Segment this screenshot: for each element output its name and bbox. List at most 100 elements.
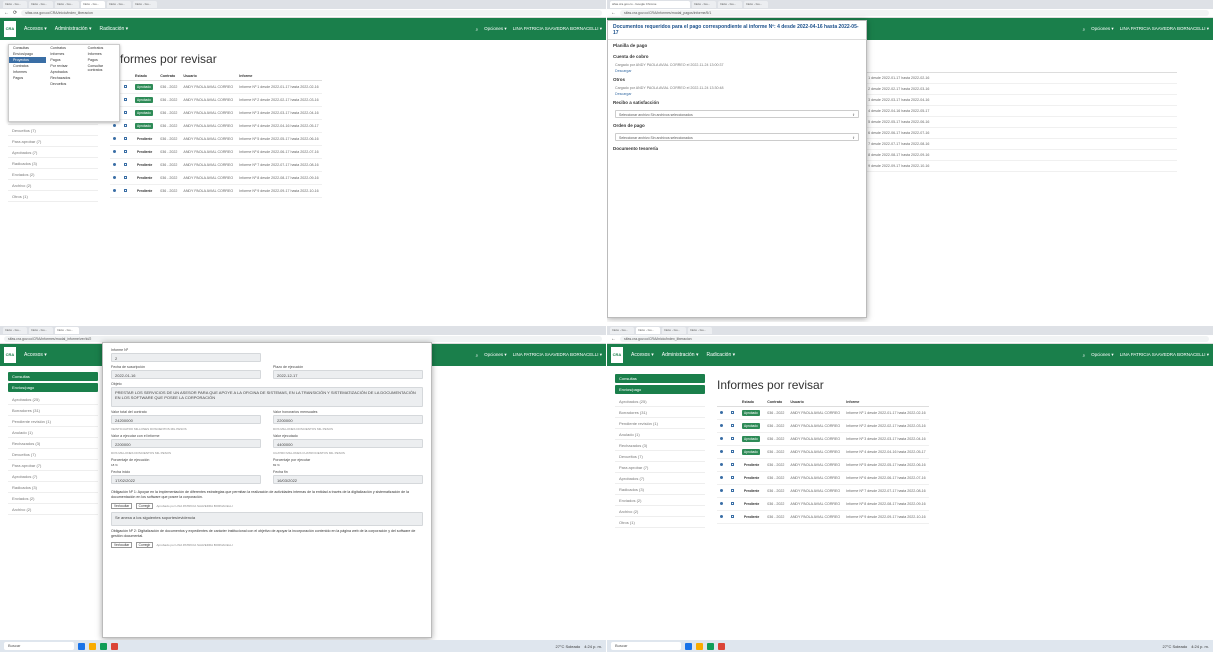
upload-icon[interactable]: ⇪ (852, 113, 855, 117)
field-informe-n[interactable]: 2 (111, 353, 261, 362)
view-icon[interactable] (113, 137, 116, 140)
document-icon[interactable] (124, 85, 127, 88)
sidebar-item[interactable]: Rechazados (3) (615, 440, 705, 451)
informe-cell[interactable]: Informe Nº 8 desde 2022-08-17 hasta 2022… (236, 171, 322, 185)
sidebar-item[interactable]: Anulado (1) (8, 427, 98, 438)
browser-tab[interactable]: Inicio - Go... (610, 327, 634, 334)
menu-radicacion[interactable]: Radicación ▾ (100, 26, 129, 32)
url-input[interactable]: sifas.cra.gov.co/CRA/inicio/index_libera… (21, 10, 602, 16)
table-row[interactable]: Informe Nº 5 desde 2022-05-17 hasta 2022… (847, 116, 1177, 128)
reload-icon[interactable]: ⟳ (13, 10, 17, 16)
sidebar-item[interactable]: Enviados (2) (8, 493, 98, 504)
back-icon[interactable]: ← (611, 336, 616, 342)
toggle-button[interactable]: Ver/ocultar (111, 542, 133, 548)
field-fecha-suscripcion[interactable]: 2022-01-16 (111, 370, 261, 379)
document-icon[interactable] (731, 515, 734, 518)
cra-logo[interactable]: CRA (4, 347, 16, 363)
browser-tab[interactable]: Inicio - Go... (81, 1, 105, 8)
view-icon[interactable] (113, 163, 116, 166)
view-icon[interactable] (113, 176, 116, 179)
table-row[interactable]: Pendiente 036 - 2022 ANDY PAOLA AVIAL CORR… (110, 145, 322, 159)
upload-icon[interactable]: ⇪ (852, 136, 855, 140)
browser-tab[interactable]: Inicio - Go... (3, 327, 27, 334)
sidebar-item[interactable]: Pendiente revisión (1) (615, 418, 705, 429)
sidebar-item[interactable]: Radicados (3) (615, 484, 705, 495)
sidebar-item[interactable]: Archivo (2) (8, 504, 98, 515)
table-row[interactable]: Aprobado 036 - 2022 ANDY PAOLA AVIAL CORRE… (110, 119, 322, 133)
view-icon[interactable] (720, 502, 723, 505)
informe-cell[interactable]: Informe Nº 1 desde 2022-01-17 hasta 2022… (847, 72, 1177, 84)
view-icon[interactable] (720, 463, 723, 466)
sidebar-item[interactable]: Aprobados (7) (8, 147, 98, 158)
taskbar-search[interactable]: Buscar (4, 642, 74, 650)
app-icon[interactable] (78, 642, 85, 650)
sidebar-item[interactable]: Devueltos (7) (8, 125, 98, 136)
sidebar-item[interactable]: Enviados (2) (615, 495, 705, 506)
informe-cell[interactable]: Informe Nº 5 desde 2022-05-17 hasta 2022… (236, 132, 322, 146)
table-row[interactable]: Pendiente 036 - 2022 ANDY PAOLA AVIAL CORR… (110, 158, 322, 172)
document-icon[interactable] (731, 450, 734, 453)
informe-cell[interactable]: Informe Nº 9 desde 2022-09-17 hasta 2022… (843, 510, 929, 524)
file-input[interactable]: Seleccionar archivo Sin archivos selecci… (615, 110, 859, 118)
folder-icon[interactable] (696, 642, 703, 650)
sidebar-btn-envios[interactable]: Envíos/pago (615, 385, 705, 394)
view-icon[interactable] (720, 411, 723, 414)
search-icon[interactable]: ⌕ (476, 353, 479, 358)
sidebar-item[interactable]: Borradores (31) (8, 405, 98, 416)
url-input[interactable]: sifas.cra.gov.co/CRA/inicio/index_libera… (620, 336, 1209, 342)
user-menu[interactable]: LINA PATRICIA SAAVEDRA BORNACELLI ▾ (513, 352, 602, 358)
menu-administracion[interactable]: Administración ▾ (662, 352, 699, 358)
document-icon[interactable] (731, 502, 734, 505)
back-icon[interactable]: ← (4, 10, 9, 16)
table-row[interactable]: Pendiente 036 - 2022 ANDY PAOLA AVIAL CORR… (717, 471, 929, 485)
informe-cell[interactable]: Informe Nº 1 desde 2022-01-17 hasta 2022… (236, 80, 322, 94)
document-icon[interactable] (731, 476, 734, 479)
menu-radicacion[interactable]: Radicación ▾ (707, 352, 736, 358)
table-row[interactable]: Aprobado 036 - 2022 ANDY PAOLA AVIAL CORRE… (717, 445, 929, 459)
menu-administracion[interactable]: Administración ▾ (55, 26, 92, 32)
sidebar-item[interactable]: Anulado (1) (615, 429, 705, 440)
field-valor-ejecutar[interactable]: 2200000 (111, 439, 261, 448)
document-icon[interactable] (124, 111, 127, 114)
informe-cell[interactable]: Informe Nº 9 desde 2022-09-17 hasta 2022… (236, 184, 322, 198)
sidebar-item[interactable]: Otros (1) (615, 517, 705, 528)
menu-opciones[interactable]: Opciones ▾ (484, 26, 507, 32)
correct-button[interactable]: Corregir (135, 503, 154, 509)
table-row[interactable]: Aprobado 036 - 2022 ANDY PAOLA AVIAL CORRE… (110, 106, 322, 120)
sidebar-item[interactable]: Devueltos (7) (615, 451, 705, 462)
browser-tab[interactable]: Inicio - Go... (688, 327, 712, 334)
informe-cell[interactable]: Informe Nº 3 desde 2022-03-17 hasta 2022… (843, 432, 929, 446)
menu-accesos[interactable]: Accesos ▾ (24, 352, 47, 358)
sidebar-btn-consultas[interactable]: Consultas (8, 372, 98, 381)
sidebar-btn-envios[interactable]: Envíos/pago (8, 383, 98, 392)
informe-cell[interactable]: Informe Nº 7 desde 2022-07-17 hasta 2022… (236, 158, 322, 172)
sidebar-item[interactable]: Aprobados (7) (8, 471, 98, 482)
field-valor-ejecutado[interactable]: 4400000 (273, 439, 423, 448)
user-menu[interactable]: LINA PATRICIA SAAVEDRA BORNACELLI ▾ (513, 26, 602, 32)
table-row[interactable]: Aprobado 036 - 2022 ANDY PAOLA AVIAL CORRE… (717, 419, 929, 433)
sidebar-btn-consultas[interactable]: Consultas (615, 374, 705, 383)
sidebar-item[interactable]: Otros (1) (8, 191, 98, 202)
file-input[interactable]: Seleccionar archivo Sin archivos selecci… (615, 133, 859, 141)
informe-cell[interactable]: Informe Nº 9 desde 2022-09-17 hasta 2022… (847, 160, 1177, 172)
folder-icon[interactable] (89, 642, 96, 650)
view-icon[interactable] (113, 124, 116, 127)
table-row[interactable]: Informe Nº 3 desde 2022-03-17 hasta 2022… (847, 94, 1177, 106)
cra-logo[interactable]: CRA (4, 21, 16, 37)
document-icon[interactable] (731, 411, 734, 414)
menu-opciones[interactable]: Opciones ▾ (1091, 352, 1114, 358)
browser-tab[interactable]: Inicio - Go... (662, 327, 686, 334)
document-icon[interactable] (731, 424, 734, 427)
cra-logo[interactable]: CRA (611, 347, 623, 363)
browser-tab[interactable]: Inicio - Go... (55, 327, 79, 334)
browser-tab[interactable]: Inicio - Go... (29, 1, 53, 8)
toggle-button[interactable]: Ver/ocultar (111, 503, 133, 509)
document-icon[interactable] (124, 98, 127, 101)
document-icon[interactable] (124, 176, 127, 179)
informe-cell[interactable]: Informe Nº 8 desde 2022-08-17 hasta 2022… (847, 149, 1177, 161)
informe-cell[interactable]: Informe Nº 5 desde 2022-05-17 hasta 2022… (843, 458, 929, 472)
browser-tab[interactable]: Inicio - Go... (133, 1, 157, 8)
document-icon[interactable] (124, 163, 127, 166)
table-row[interactable]: Pendiente 036 - 2022 ANDY PAOLA AVIAL CORR… (717, 484, 929, 498)
table-row[interactable]: Informe Nº 1 desde 2022-01-17 hasta 2022… (847, 72, 1177, 84)
